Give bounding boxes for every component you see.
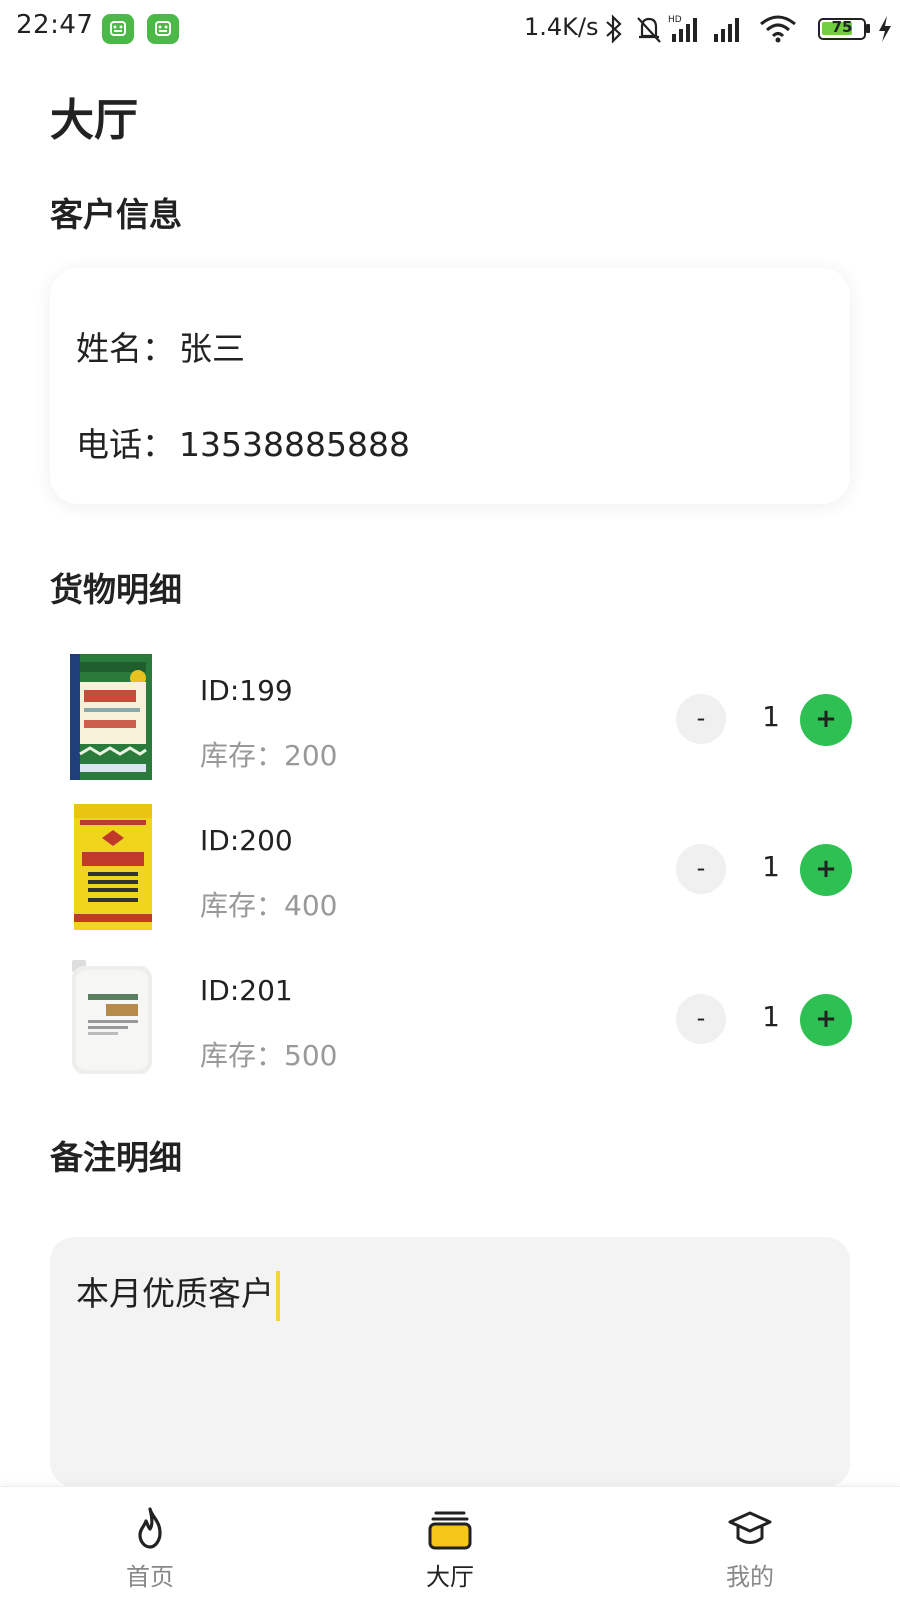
decrease-quantity-button[interactable]: -: [676, 694, 726, 744]
diammonium-phosphate-bag-icon: [74, 804, 152, 930]
customer-section-title: 客户信息: [50, 195, 182, 234]
goods-id: ID:201: [200, 974, 293, 1007]
name-label: 姓名：: [76, 329, 175, 368]
app-notification-icon: [102, 14, 134, 44]
name-value: 张三: [179, 329, 245, 368]
increase-quantity-button[interactable]: +: [800, 694, 852, 746]
remarks-section-title: 备注明细: [50, 1138, 182, 1177]
goods-stock: 库存：200: [200, 739, 338, 772]
increase-quantity-button[interactable]: +: [800, 994, 852, 1046]
goods-section-title: 货物明细: [50, 570, 182, 609]
customer-name-row: 姓名： 张三: [76, 322, 245, 370]
hall-icon: [428, 1511, 472, 1550]
bluetooth-icon: [606, 14, 622, 44]
decrease-quantity-button[interactable]: -: [676, 994, 726, 1044]
goods-id: ID:199: [200, 674, 293, 707]
quantity-value: 1: [762, 1000, 780, 1033]
app-notification-icon: [147, 14, 179, 44]
battery-icon: 75: [818, 18, 866, 40]
page-title: 大厅: [50, 95, 138, 146]
remarks-textarea[interactable]: 本月优质客户: [50, 1237, 850, 1487]
signal-hd-icon: HD: [668, 15, 697, 42]
tab-mine-label: 我的: [726, 1563, 774, 1591]
list-item: ID:200 库存：400 - 1 +: [50, 804, 852, 934]
quantity-value: 1: [762, 850, 780, 883]
status-bar: 22:47 1.4K/s HD 75: [0, 0, 900, 60]
phone-label: 电话：: [76, 425, 175, 464]
quantity-value: 1: [762, 700, 780, 733]
status-time: 22:47: [16, 10, 94, 40]
flame-icon: [138, 1507, 162, 1549]
tab-home-label: 首页: [126, 1563, 174, 1591]
tab-home[interactable]: 首页: [70, 1487, 230, 1601]
customer-info-card: 姓名： 张三 电话： 13538885888: [50, 268, 850, 504]
text-caret: [276, 1270, 280, 1321]
signal-icon: [714, 18, 739, 42]
list-item: ID:201 库存：500 - 1 +: [50, 954, 852, 1084]
graduation-cap-icon: [728, 1511, 772, 1544]
customer-phone-row: 电话： 13538885888: [76, 418, 410, 466]
wifi-icon: [760, 15, 796, 43]
phone-value: 13538885888: [179, 425, 410, 464]
liquid-jerrycan-icon: [72, 960, 152, 1074]
goods-stock: 库存：500: [200, 1039, 338, 1072]
increase-quantity-button[interactable]: +: [800, 844, 852, 896]
svg-text:HD: HD: [668, 15, 682, 25]
remarks-text: 本月优质客户: [76, 1267, 280, 1321]
mute-bell-icon: [637, 17, 661, 43]
tab-mine[interactable]: 我的: [670, 1487, 830, 1601]
network-speed: 1.4K/s: [524, 13, 599, 41]
compound-fertilizer-bag-icon: [70, 654, 152, 780]
tab-hall-label: 大厅: [426, 1563, 474, 1591]
list-item: ID:199 库存：200 - 1 +: [50, 654, 852, 784]
bottom-tab-bar: 首页 大厅 我的: [0, 1486, 900, 1601]
tab-hall[interactable]: 大厅: [370, 1487, 530, 1601]
battery-level: 75: [831, 18, 853, 36]
decrease-quantity-button[interactable]: -: [676, 844, 726, 894]
charging-icon: [879, 16, 891, 42]
goods-stock: 库存：400: [200, 889, 338, 922]
goods-id: ID:200: [200, 824, 293, 857]
